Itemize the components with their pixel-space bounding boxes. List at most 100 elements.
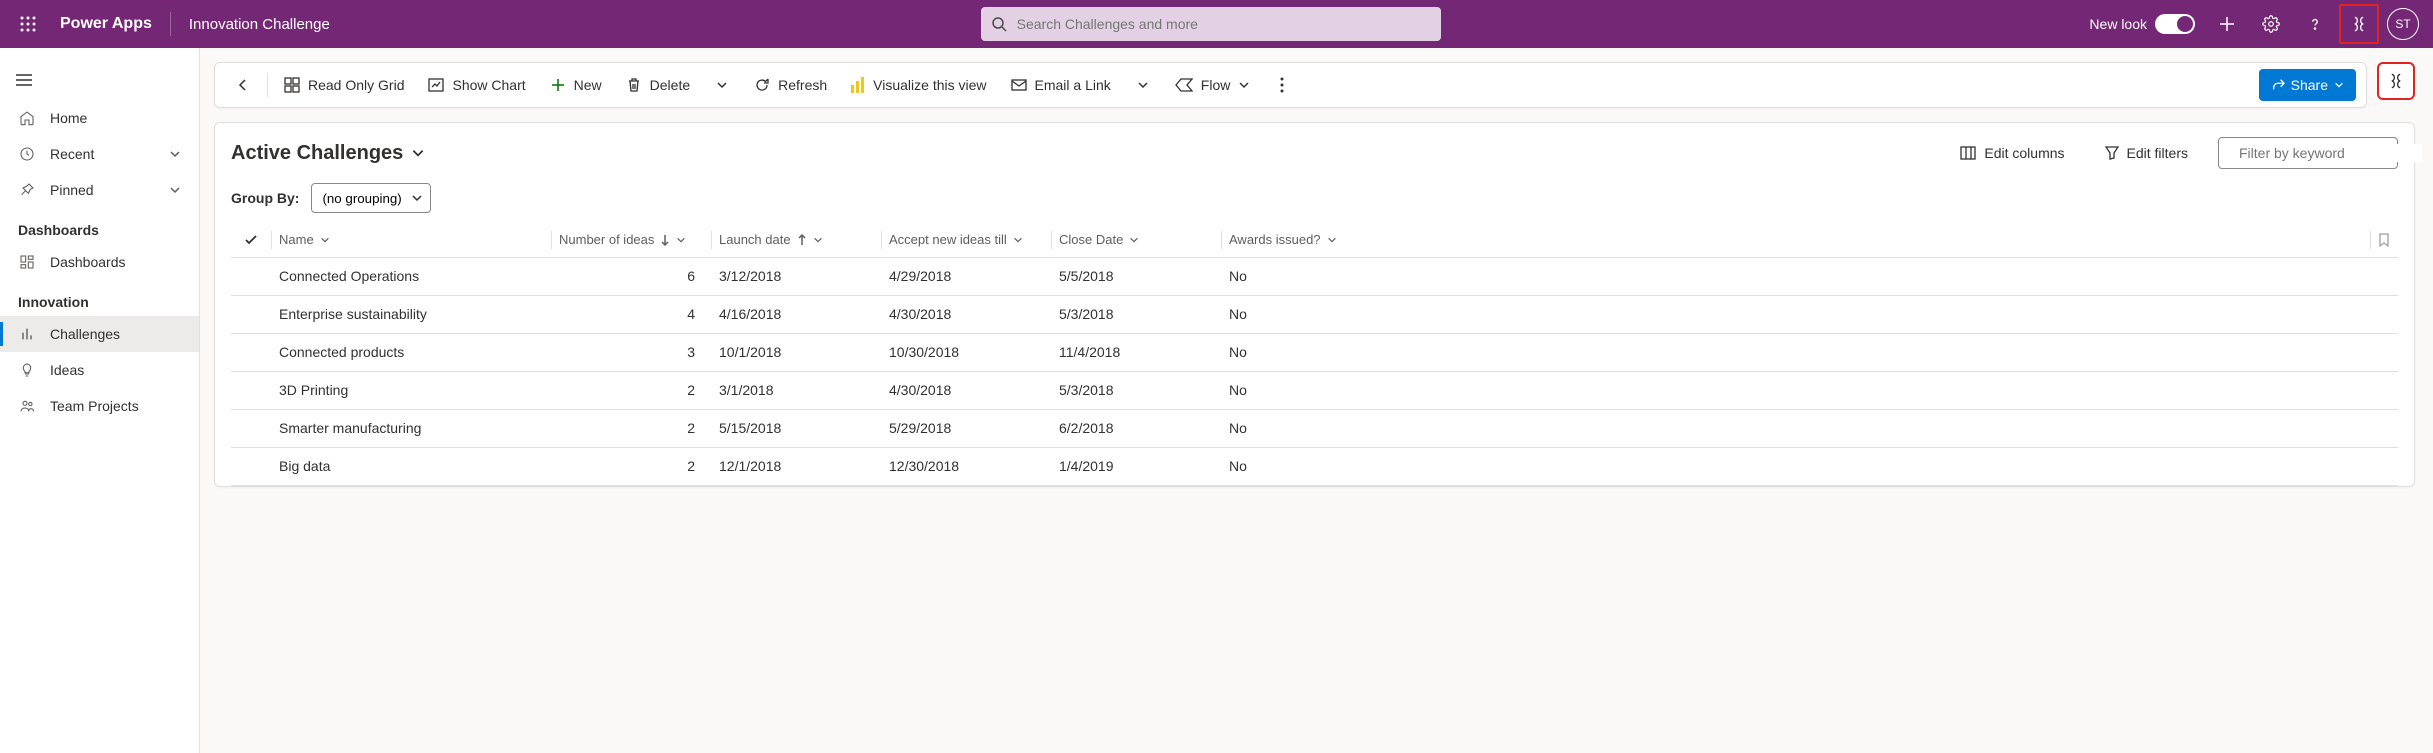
col-close-date[interactable]: Close Date	[1051, 223, 1221, 257]
help-button[interactable]	[2295, 4, 2335, 44]
cell-accept[interactable]: 5/29/2018	[881, 409, 1051, 447]
show-chart-button[interactable]: Show Chart	[418, 67, 535, 103]
sidebar-item-team-projects[interactable]: Team Projects	[0, 388, 199, 424]
sidebar-collapse-button[interactable]	[8, 64, 40, 96]
row-select[interactable]	[231, 295, 271, 333]
settings-button[interactable]	[2251, 4, 2291, 44]
cell-name[interactable]: Big data	[271, 447, 551, 485]
user-avatar[interactable]: ST	[2383, 4, 2423, 44]
cell-awards[interactable]: No	[1221, 447, 2370, 485]
cell-name[interactable]: Connected Operations	[271, 257, 551, 295]
table-row[interactable]: Connected products310/1/201810/30/201811…	[231, 333, 2398, 371]
flow-button[interactable]: Flow	[1165, 67, 1261, 103]
refresh-button[interactable]: Refresh	[744, 67, 837, 103]
row-select[interactable]	[231, 409, 271, 447]
visualize-button[interactable]: Visualize this view	[841, 67, 996, 103]
cell-awards[interactable]: No	[1221, 409, 2370, 447]
cell-close[interactable]: 5/3/2018	[1051, 371, 1221, 409]
col-awards-issued[interactable]: Awards issued?	[1221, 223, 2370, 257]
cell-launch[interactable]: 10/1/2018	[711, 333, 881, 371]
cell-launch[interactable]: 4/16/2018	[711, 295, 881, 333]
cell-ideas[interactable]: 3	[551, 333, 711, 371]
chevron-down-icon	[1238, 79, 1250, 91]
pin-icon	[19, 182, 35, 198]
cell-accept[interactable]: 10/30/2018	[881, 333, 1051, 371]
global-search-input[interactable]	[1015, 15, 1431, 33]
row-select[interactable]	[231, 257, 271, 295]
delete-split-button[interactable]	[704, 67, 740, 103]
cell-ideas[interactable]: 6	[551, 257, 711, 295]
app-name-label[interactable]: Innovation Challenge	[179, 16, 340, 33]
cell-accept[interactable]: 12/30/2018	[881, 447, 1051, 485]
cell-ideas[interactable]: 2	[551, 447, 711, 485]
row-select[interactable]	[231, 447, 271, 485]
cell-name[interactable]: 3D Printing	[271, 371, 551, 409]
copilot-pane-button[interactable]	[2377, 62, 2415, 100]
cell-accept[interactable]: 4/29/2018	[881, 257, 1051, 295]
keyword-filter-input[interactable]	[2237, 144, 2422, 162]
read-only-grid-button[interactable]: Read Only Grid	[274, 67, 414, 103]
row-select[interactable]	[231, 371, 271, 409]
sidebar-item-pinned[interactable]: Pinned	[0, 172, 199, 208]
cell-awards[interactable]: No	[1221, 295, 2370, 333]
toggle-switch[interactable]	[2155, 14, 2195, 34]
table-row[interactable]: 3D Printing23/1/20184/30/20185/3/2018No	[231, 371, 2398, 409]
new-button[interactable]: New	[540, 67, 612, 103]
cell-close[interactable]: 5/5/2018	[1051, 257, 1221, 295]
cell-ideas[interactable]: 4	[551, 295, 711, 333]
edit-filters-button[interactable]: Edit filters	[2095, 139, 2198, 167]
cell-ideas[interactable]: 2	[551, 371, 711, 409]
cell-launch[interactable]: 12/1/2018	[711, 447, 881, 485]
cell-launch[interactable]: 5/15/2018	[711, 409, 881, 447]
col-name[interactable]: Name	[271, 223, 551, 257]
brand-label[interactable]: Power Apps	[50, 15, 162, 33]
table-row[interactable]: Smarter manufacturing25/15/20185/29/2018…	[231, 409, 2398, 447]
waffle-launcher[interactable]	[10, 6, 46, 42]
cell-name[interactable]: Smarter manufacturing	[271, 409, 551, 447]
cell-close[interactable]: 5/3/2018	[1051, 295, 1221, 333]
cell-awards[interactable]: No	[1221, 333, 2370, 371]
add-button[interactable]	[2207, 4, 2247, 44]
view-selector[interactable]: Active Challenges	[231, 142, 425, 165]
sidebar-item-challenges[interactable]: Challenges	[0, 316, 199, 352]
cell-close[interactable]: 11/4/2018	[1051, 333, 1221, 371]
group-by-select[interactable]: (no grouping)	[311, 183, 431, 213]
cell-awards[interactable]: No	[1221, 371, 2370, 409]
global-search[interactable]	[981, 7, 1441, 41]
delete-button[interactable]: Delete	[616, 67, 700, 103]
overflow-button[interactable]	[1264, 67, 1300, 103]
keyword-filter[interactable]	[2218, 137, 2398, 169]
back-button[interactable]	[225, 67, 261, 103]
share-button[interactable]: Share	[2259, 69, 2356, 101]
cell-accept[interactable]: 4/30/2018	[881, 295, 1051, 333]
col-pin[interactable]	[2370, 223, 2398, 257]
col-launch-date[interactable]: Launch date	[711, 223, 881, 257]
cell-name[interactable]: Enterprise sustainability	[271, 295, 551, 333]
sidebar-item-recent[interactable]: Recent	[0, 136, 199, 172]
col-number-of-ideas[interactable]: Number of ideas	[551, 223, 711, 257]
col-accept-till[interactable]: Accept new ideas till	[881, 223, 1051, 257]
table-row[interactable]: Enterprise sustainability44/16/20184/30/…	[231, 295, 2398, 333]
new-look-toggle[interactable]: New look	[2081, 14, 2203, 34]
cell-ideas[interactable]: 2	[551, 409, 711, 447]
cell-close[interactable]: 1/4/2019	[1051, 447, 1221, 485]
cell-awards[interactable]: No	[1221, 257, 2370, 295]
copilot-header-button[interactable]	[2339, 4, 2379, 44]
sidebar-item-dashboards[interactable]: Dashboards	[0, 244, 199, 280]
sort-desc-icon	[660, 234, 670, 246]
cell-launch[interactable]: 3/12/2018	[711, 257, 881, 295]
table-row[interactable]: Big data212/1/201812/30/20181/4/2019No	[231, 447, 2398, 485]
table-row[interactable]: Connected Operations63/12/20184/29/20185…	[231, 257, 2398, 295]
cell-accept[interactable]: 4/30/2018	[881, 371, 1051, 409]
row-select[interactable]	[231, 333, 271, 371]
cell-close[interactable]: 6/2/2018	[1051, 409, 1221, 447]
sidebar-item-ideas[interactable]: Ideas	[0, 352, 199, 388]
cell-launch[interactable]: 3/1/2018	[711, 371, 881, 409]
select-all-header[interactable]	[231, 223, 271, 257]
cell-name[interactable]: Connected products	[271, 333, 551, 371]
email-link-button[interactable]: Email a Link	[1001, 67, 1121, 103]
edit-columns-button[interactable]: Edit columns	[1950, 139, 2074, 167]
sidebar-item-home[interactable]: Home	[0, 100, 199, 136]
idea-icon	[19, 362, 35, 378]
email-split-button[interactable]	[1125, 67, 1161, 103]
